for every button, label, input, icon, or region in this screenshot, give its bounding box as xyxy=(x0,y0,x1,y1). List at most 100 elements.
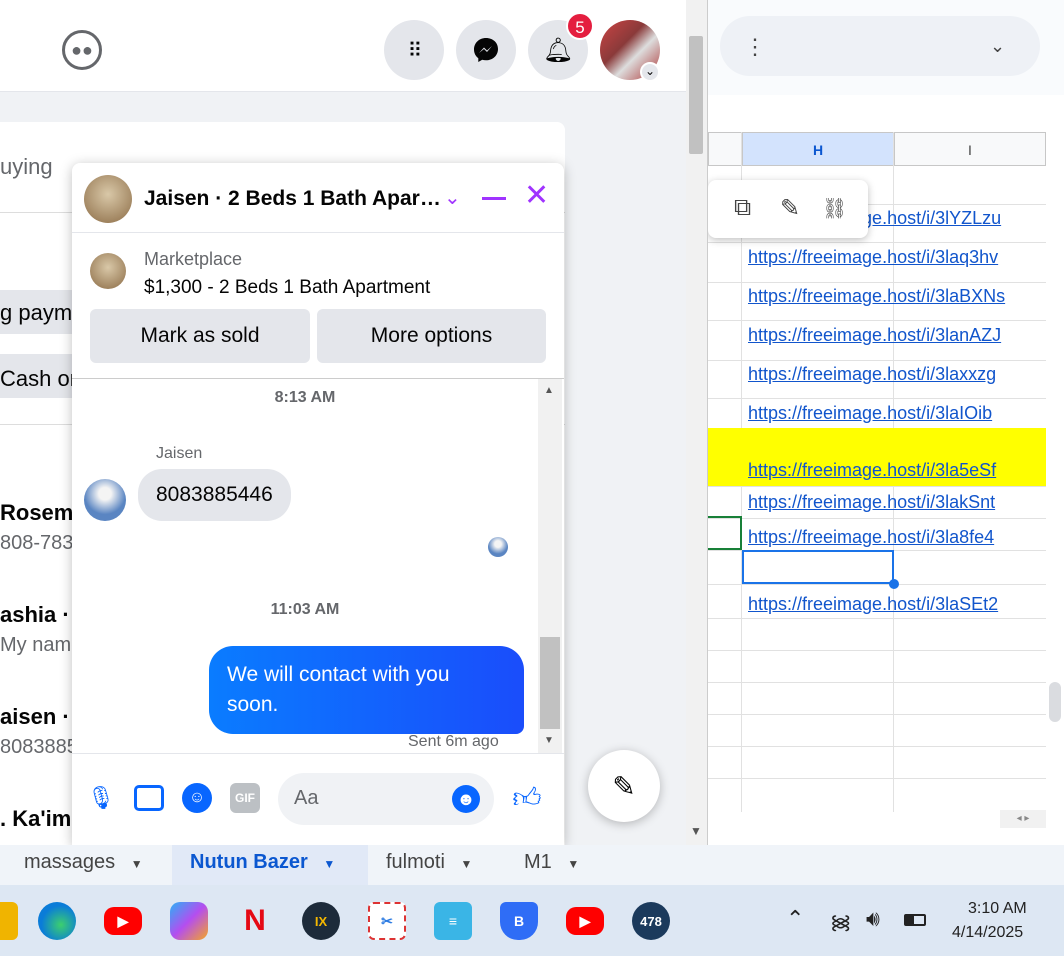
menu-button[interactable]: ⠿ xyxy=(384,20,444,80)
read-receipt-avatar xyxy=(488,537,508,557)
mark-as-sold-button[interactable]: Mark as sold xyxy=(90,309,310,363)
grid-icon: ⠿ xyxy=(407,39,423,62)
listing-thumb-small xyxy=(90,253,126,289)
more-options-button[interactable]: More options xyxy=(317,309,546,363)
sheet-link[interactable]: https://freeimage.host/i/3laSEt2 xyxy=(748,594,998,615)
unlink-icon[interactable]: ⛓ xyxy=(822,196,847,221)
groups-icon[interactable]: ●● xyxy=(62,30,102,70)
list-heading-fragment: uying xyxy=(0,154,53,179)
youtube-icon[interactable]: ▶ xyxy=(104,907,142,935)
clock-time[interactable]: 3:10 AM xyxy=(968,900,1027,918)
sheet-scrollbar[interactable] xyxy=(1046,132,1064,822)
sheets-menu-pill: ⋮ ⌄ xyxy=(720,16,1040,76)
dropdown-icon[interactable]: ▼ xyxy=(131,857,143,871)
sheet-tab[interactable]: fulmoti ▼ xyxy=(386,848,472,888)
sender-avatar[interactable] xyxy=(84,479,126,521)
tray-overflow-icon[interactable]: ⌃ xyxy=(786,906,804,932)
youtube-icon[interactable]: ▶ xyxy=(566,907,604,935)
sheet-link[interactable]: https://freeimage.host/i/3laxxzg xyxy=(748,364,996,385)
col-header-i[interactable]: I xyxy=(894,132,1046,166)
sheet-link[interactable]: https://freeimage.host/i/3laq3hv xyxy=(748,247,998,268)
link-action-card: ⧉ ✎ ⛓ xyxy=(708,180,868,238)
col-header-g[interactable] xyxy=(708,132,742,166)
ix-browser-icon[interactable]: IX xyxy=(302,902,340,940)
marketplace-label: Marketplace xyxy=(144,249,243,269)
sheet-tab[interactable]: massages ▼ xyxy=(24,848,143,888)
listing-thumbnail[interactable] xyxy=(84,175,132,223)
messenger-icon xyxy=(474,38,498,62)
conversation-name[interactable]: ashia · xyxy=(0,602,70,628)
sheet-tab[interactable]: M1 ▼ xyxy=(524,848,579,888)
wifi-icon[interactable]: ᯼ xyxy=(830,908,851,935)
sent-status: Sent 6m ago xyxy=(408,733,499,750)
filter-chip-label: g paym xyxy=(0,300,73,325)
timestamp: 11:03 AM xyxy=(270,601,340,618)
outgoing-message[interactable]: We will contact with you soon. xyxy=(209,646,524,734)
outgoing-message-text: We will contact with you soon. xyxy=(227,663,450,716)
facebook-window: ●● ⠿ 🔔︎ 5 ⌄ uying g paym Cash on Rosema … xyxy=(0,0,708,845)
facebook-scroll-thumb[interactable] xyxy=(689,36,703,154)
close-icon[interactable]: ✕ xyxy=(524,181,549,211)
more-vert-icon[interactable]: ⋮ xyxy=(744,34,766,60)
facebook-top-bar: ●● ⠿ 🔔︎ 5 ⌄ xyxy=(0,0,686,92)
sheet-tab-label: M1 xyxy=(524,851,552,873)
filter-chip-label: Cash on xyxy=(0,366,82,391)
edit-icon[interactable]: ✎ xyxy=(780,194,800,223)
gif-icon[interactable]: GIF xyxy=(230,783,260,813)
adjacent-cell-border xyxy=(708,516,742,550)
sheet-link[interactable]: https://freeimage.host/i/3la8fe4 xyxy=(748,527,994,548)
photo-icon[interactable] xyxy=(134,785,164,811)
incoming-message[interactable]: 8083885446 xyxy=(138,469,291,521)
vpn-shield-icon[interactable]: B xyxy=(500,902,538,940)
like-icon[interactable]: 👍︎ xyxy=(512,782,542,813)
sheet-link[interactable]: https://freeimage.host/i/3la5eSf xyxy=(748,460,996,481)
conversation-name[interactable]: . Ka'im xyxy=(0,806,71,832)
chevron-down-icon[interactable]: ⌄ xyxy=(444,185,461,210)
compose-icon: ✎ xyxy=(612,770,636,802)
emoji-icon[interactable]: ☻ xyxy=(452,785,480,813)
battery-icon[interactable] xyxy=(904,914,926,926)
edge-icon[interactable] xyxy=(38,902,76,940)
conversation-preview: 808-783- xyxy=(0,532,81,554)
copilot-icon[interactable] xyxy=(170,902,208,940)
chat-scrollbar[interactable]: ▲ ▼ xyxy=(538,379,562,753)
clock-date[interactable]: 4/14/2025 xyxy=(952,924,1023,942)
netflix-icon[interactable]: N xyxy=(236,902,274,940)
sheet-hscroll-arrows[interactable]: ◂ ▸ xyxy=(1000,810,1046,828)
col-header-h[interactable]: H xyxy=(742,132,894,166)
sticker-icon[interactable]: ☺ xyxy=(182,783,212,813)
dropdown-icon[interactable]: ▼ xyxy=(567,857,579,871)
minimize-icon[interactable] xyxy=(482,197,506,200)
timestamp: 8:13 AM xyxy=(274,389,336,406)
sheet-link[interactable]: https://freeimage.host/i/3lanAZJ xyxy=(748,325,1001,346)
app-badge-icon[interactable]: 478 xyxy=(632,902,670,940)
snipping-tool-icon[interactable]: ✂ xyxy=(368,902,406,940)
new-message-button[interactable]: ✎ xyxy=(588,750,660,822)
conversation-preview: 8083885 xyxy=(0,736,78,758)
copy-icon[interactable]: ⧉ xyxy=(734,194,751,222)
chevron-down-icon[interactable]: ⌄ xyxy=(640,62,660,82)
conversation-name[interactable]: aisen · xyxy=(0,704,70,730)
sheet-link[interactable]: https://freeimage.host/i/3laBXNs xyxy=(748,286,1005,307)
fill-handle[interactable] xyxy=(889,579,899,589)
notification-badge: 5 xyxy=(566,12,594,40)
bell-icon: 🔔︎ xyxy=(542,36,574,64)
sheet-tab[interactable]: Nutun Bazer ▼ xyxy=(190,848,335,888)
sheet-link[interactable]: https://freeimage.host/i/3lakSnt xyxy=(748,492,995,513)
message-input-placeholder: Aa xyxy=(294,787,319,809)
notepad-icon[interactable]: ≡ xyxy=(434,902,472,940)
chat-title[interactable]: Jaisen · 2 Beds 1 Bath Apar… xyxy=(144,187,441,211)
file-explorer-icon[interactable] xyxy=(0,902,18,940)
scroll-down-arrow[interactable]: ▼ xyxy=(690,824,702,838)
listing-price-title[interactable]: $1,300 - 2 Beds 1 Bath Apartment xyxy=(144,277,430,299)
mic-icon[interactable]: 🎙︎ xyxy=(86,783,116,813)
volume-icon[interactable]: 🔊︎ xyxy=(866,906,880,932)
sheet-tab-label: Nutun Bazer xyxy=(190,851,308,873)
messenger-button[interactable] xyxy=(456,20,516,80)
dropdown-icon[interactable]: ▼ xyxy=(460,857,472,871)
sheet-link[interactable]: https://freeimage.host/i/3laIOib xyxy=(748,403,992,424)
chevron-down-icon[interactable]: ⌄ xyxy=(990,36,1005,57)
selected-cell[interactable] xyxy=(742,550,894,584)
message-input[interactable]: Aa ☻ xyxy=(278,773,494,825)
dropdown-icon[interactable]: ▼ xyxy=(323,857,335,871)
